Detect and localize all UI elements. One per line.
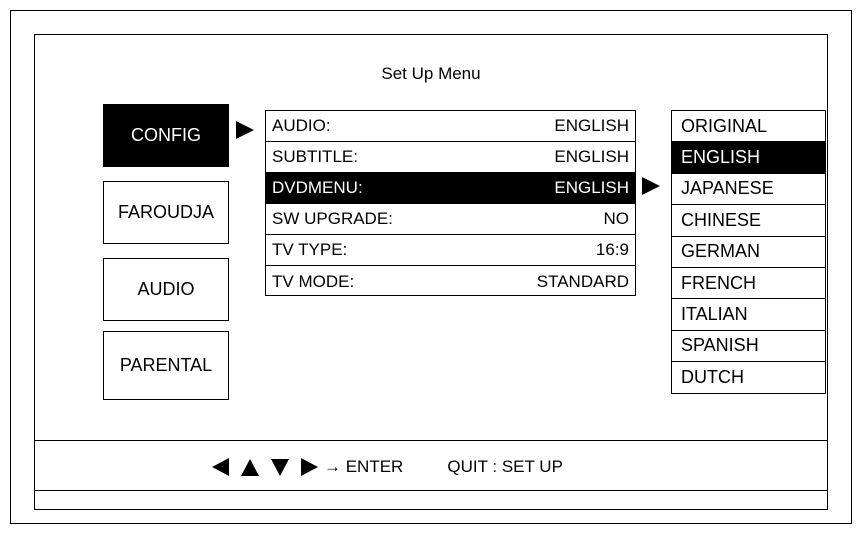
settings-list: AUDIO: ENGLISH SUBTITLE: ENGLISH DVDMENU… <box>265 110 636 296</box>
setting-label: TV TYPE: <box>272 240 348 259</box>
navigation-hint: → ENTER QUIT : SET UP <box>212 455 563 479</box>
submenu-pointer-icon <box>642 177 660 195</box>
language-option[interactable]: JAPANESE <box>672 174 825 206</box>
quit-hint: QUIT : SET UP <box>447 457 563 476</box>
language-option-selected[interactable]: ENGLISH <box>672 142 825 174</box>
language-option[interactable]: DUTCH <box>672 362 825 393</box>
setting-row-subtitle[interactable]: SUBTITLE: ENGLISH <box>266 142 635 173</box>
setting-label: AUDIO: <box>272 116 331 135</box>
down-arrow-icon <box>271 458 289 476</box>
language-option[interactable]: ITALIAN <box>672 299 825 331</box>
setting-label: SW UPGRADE: <box>272 209 393 228</box>
footer-divider-bottom <box>34 490 828 491</box>
tab-audio[interactable]: AUDIO <box>103 258 229 321</box>
setting-value: ENGLISH <box>554 178 629 197</box>
tab-label: CONFIG <box>131 125 201 145</box>
tab-label: FAROUDJA <box>117 202 214 222</box>
setting-value: ENGLISH <box>554 116 629 135</box>
language-option[interactable]: CHINESE <box>672 205 825 237</box>
tab-label: PARENTAL <box>119 355 213 375</box>
setting-value: STANDARD <box>536 271 629 291</box>
tab-config[interactable]: CONFIG <box>103 104 229 167</box>
setting-value: NO <box>603 209 630 228</box>
setting-value: ENGLISH <box>554 147 629 166</box>
setting-row-tv-mode[interactable]: TV MODE: STANDARD <box>266 266 635 297</box>
setting-label: DVDMENU: <box>272 178 363 197</box>
setting-row-tv-type[interactable]: TV TYPE: 16:9 <box>266 235 635 266</box>
tab-label: AUDIO <box>137 279 195 299</box>
right-arrow-icon <box>301 458 318 476</box>
language-list: ORIGINAL ENGLISH JAPANESE CHINESE GERMAN… <box>671 110 826 394</box>
language-option[interactable]: GERMAN <box>672 237 825 268</box>
language-option[interactable]: SPANISH <box>672 331 825 363</box>
menu-title: Set Up Menu <box>381 64 481 83</box>
tab-parental[interactable]: PARENTAL <box>103 331 229 400</box>
setting-row-dvdmenu[interactable]: DVDMENU: ENGLISH <box>266 173 635 204</box>
tab-faroudja[interactable]: FAROUDJA <box>103 181 229 244</box>
language-option[interactable]: FRENCH <box>672 268 825 300</box>
setting-label: SUBTITLE: <box>272 147 358 166</box>
tab-pointer-icon <box>236 121 254 139</box>
left-arrow-icon <box>212 458 229 476</box>
footer-divider <box>34 440 828 441</box>
setting-row-audio[interactable]: AUDIO: ENGLISH <box>266 111 635 142</box>
setting-value: 16:9 <box>595 240 629 259</box>
setting-row-sw-upgrade[interactable]: SW UPGRADE: NO <box>266 204 635 235</box>
enter-hint: → ENTER <box>324 457 404 476</box>
up-arrow-icon <box>241 458 259 476</box>
setting-label: TV MODE: <box>272 271 355 291</box>
language-option[interactable]: ORIGINAL <box>672 111 825 143</box>
